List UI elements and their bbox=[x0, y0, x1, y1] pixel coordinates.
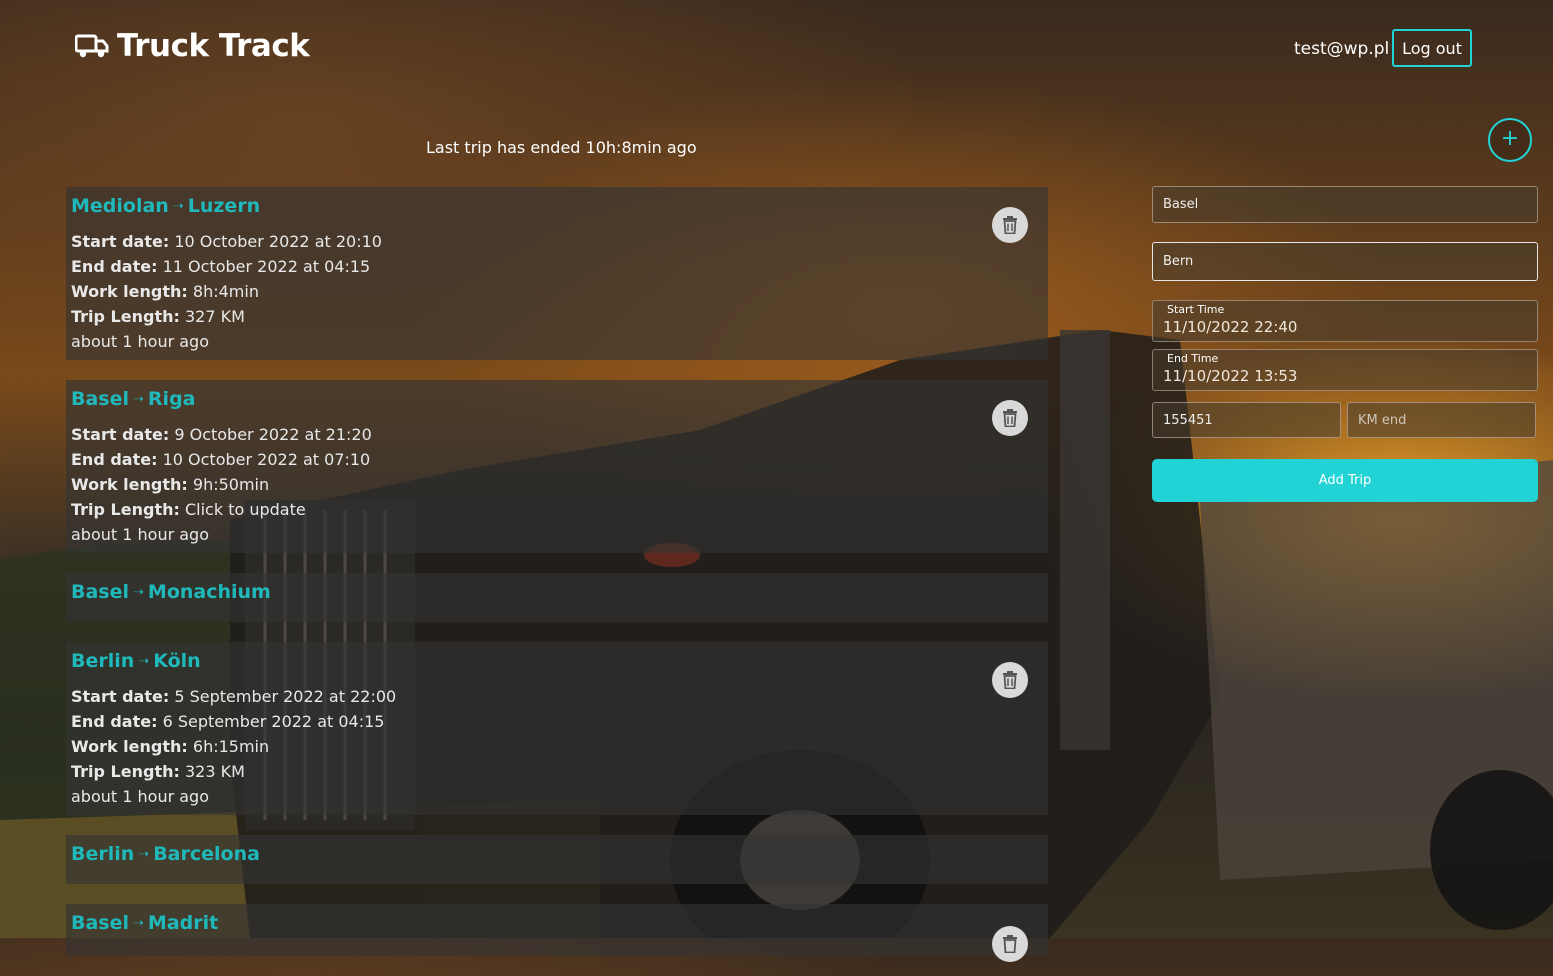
trip-origin: Basel bbox=[71, 912, 130, 934]
trip-route: Berlin ➝ Barcelona bbox=[71, 841, 1043, 867]
trip-relative-time: about 1 hour ago bbox=[71, 787, 209, 806]
work-label: Work length: bbox=[71, 282, 188, 301]
trip-end-date: End date: 11 October 2022 at 04:15 bbox=[71, 254, 1043, 279]
add-trip-form: Start Time 11/10/2022 22:40 End Time 11/… bbox=[1152, 186, 1538, 502]
trip-route: Basel ➝ Madrit bbox=[71, 910, 1043, 936]
km-end-input[interactable] bbox=[1347, 402, 1536, 438]
km-start-input[interactable] bbox=[1152, 402, 1341, 438]
trip-destination: Köln bbox=[153, 650, 201, 672]
trash-icon bbox=[1003, 409, 1017, 427]
to-city-input[interactable] bbox=[1152, 242, 1538, 281]
length-value: 323 KM bbox=[184, 762, 245, 781]
trip-start-date: Start date: 9 October 2022 at 21:20 bbox=[71, 422, 1043, 447]
length-label: Trip Length: bbox=[71, 307, 180, 326]
trip-card[interactable]: Basel ➝ Monachium bbox=[66, 573, 1048, 622]
end-label: End date: bbox=[71, 450, 158, 469]
trip-work-length: Work length: 8h:4min bbox=[71, 279, 1043, 304]
length-label: Trip Length: bbox=[71, 762, 180, 781]
end-time-label: End Time bbox=[1167, 352, 1219, 365]
route-arrow-icon: ➝ bbox=[172, 199, 184, 214]
trip-relative-time: about 1 hour ago bbox=[71, 332, 209, 351]
add-trip-toggle-button[interactable]: + bbox=[1488, 118, 1532, 162]
trip-card[interactable]: Mediolan ➝ Luzern Start date: 10 October 2… bbox=[66, 187, 1048, 360]
trip-relative-time: about 1 hour ago bbox=[71, 525, 209, 544]
logout-button[interactable]: Log out bbox=[1392, 29, 1472, 67]
add-trip-button[interactable]: Add Trip bbox=[1152, 459, 1538, 502]
start-label: Start date: bbox=[71, 425, 170, 444]
trip-length: Trip Length: 323 KM bbox=[71, 759, 1043, 784]
route-arrow-icon: ➝ bbox=[138, 847, 150, 862]
from-city-input[interactable] bbox=[1152, 186, 1538, 223]
work-label: Work length: bbox=[71, 737, 188, 756]
trip-end-date: End date: 6 September 2022 at 04:15 bbox=[71, 709, 1043, 734]
start-time-value: 11/10/2022 22:40 bbox=[1163, 318, 1298, 336]
start-value: 9 October 2022 at 21:20 bbox=[174, 425, 372, 444]
trip-route: Basel ➝ Monachium bbox=[71, 579, 1043, 605]
route-arrow-icon: ➝ bbox=[133, 585, 144, 600]
end-value: 6 September 2022 at 04:15 bbox=[162, 712, 385, 731]
trip-destination: Barcelona bbox=[153, 843, 260, 865]
trip-origin: Mediolan bbox=[71, 195, 169, 217]
work-value: 9h:50min bbox=[192, 475, 270, 494]
brand-title: Truck Track bbox=[117, 28, 310, 64]
length-label: Trip Length: bbox=[71, 500, 180, 519]
trip-origin: Basel bbox=[71, 581, 130, 603]
trip-destination: Luzern bbox=[187, 195, 261, 217]
end-label: End date: bbox=[71, 257, 158, 276]
trip-route: Berlin ➝ Köln bbox=[71, 648, 1043, 674]
trip-length: Trip Length: Click to update bbox=[71, 497, 1043, 522]
trip-card[interactable]: Berlin ➝ Barcelona bbox=[66, 835, 1048, 884]
trip-list: Mediolan ➝ Luzern Start date: 10 October 2… bbox=[66, 187, 1048, 976]
delete-trip-button[interactable] bbox=[992, 926, 1028, 962]
length-value: 327 KM bbox=[184, 307, 245, 326]
start-value: 5 September 2022 at 22:00 bbox=[174, 687, 397, 706]
update-length-link[interactable]: Click to update bbox=[185, 500, 306, 519]
end-time-field[interactable]: End Time 11/10/2022 13:53 bbox=[1152, 349, 1538, 391]
trip-work-length: Work length: 6h:15min bbox=[71, 734, 1043, 759]
trip-start-date: Start date: 10 October 2022 at 20:10 bbox=[71, 229, 1043, 254]
user-email: test@wp.pl bbox=[1294, 39, 1390, 59]
route-arrow-icon: ➝ bbox=[133, 392, 144, 407]
delete-trip-button[interactable] bbox=[992, 662, 1028, 698]
route-arrow-icon: ➝ bbox=[138, 654, 150, 669]
end-value: 11 October 2022 at 04:15 bbox=[162, 257, 371, 276]
start-time-label: Start Time bbox=[1167, 303, 1225, 316]
km-row bbox=[1152, 402, 1538, 438]
delete-trip-button[interactable] bbox=[992, 207, 1028, 243]
trip-origin: Berlin bbox=[71, 650, 135, 672]
trip-destination: Monachium bbox=[147, 581, 271, 603]
end-value: 10 October 2022 at 07:10 bbox=[162, 450, 371, 469]
trip-work-length: Work length: 9h:50min bbox=[71, 472, 1043, 497]
trash-icon bbox=[1003, 671, 1017, 689]
trip-route: Mediolan ➝ Luzern bbox=[71, 193, 1043, 219]
work-value: 8h:4min bbox=[192, 282, 259, 301]
trip-end-date: End date: 10 October 2022 at 07:10 bbox=[71, 447, 1043, 472]
trip-origin: Berlin bbox=[71, 843, 135, 865]
brand-logo[interactable]: Truck Track bbox=[75, 28, 310, 64]
trip-route: Basel ➝ Riga bbox=[71, 386, 1043, 412]
start-value: 10 October 2022 at 20:10 bbox=[174, 232, 382, 251]
trip-destination: Riga bbox=[147, 388, 196, 410]
trip-card[interactable]: Basel ➝ Madrit bbox=[66, 904, 1048, 962]
work-label: Work length: bbox=[71, 475, 188, 494]
delete-trip-button[interactable] bbox=[992, 400, 1028, 436]
trip-origin: Basel bbox=[71, 388, 130, 410]
trip-card[interactable]: Basel ➝ Riga Start date: 9 October 2022 at… bbox=[66, 380, 1048, 553]
truck-icon bbox=[75, 34, 109, 58]
end-time-value: 11/10/2022 13:53 bbox=[1163, 367, 1298, 385]
end-label: End date: bbox=[71, 712, 158, 731]
trip-card[interactable]: Berlin ➝ Köln Start date: 5 September 2022… bbox=[66, 642, 1048, 815]
start-label: Start date: bbox=[71, 687, 170, 706]
last-trip-status: Last trip has ended 10h:8min ago bbox=[426, 138, 697, 157]
trip-length: Trip Length: 327 KM bbox=[71, 304, 1043, 329]
trash-icon bbox=[1003, 216, 1017, 234]
start-time-field[interactable]: Start Time 11/10/2022 22:40 bbox=[1152, 300, 1538, 342]
trip-start-date: Start date: 5 September 2022 at 22:00 bbox=[71, 684, 1043, 709]
start-label: Start date: bbox=[71, 232, 170, 251]
trip-destination: Madrit bbox=[147, 912, 219, 934]
top-navbar: Truck Track test@wp.pl Log out bbox=[0, 0, 1553, 100]
work-value: 6h:15min bbox=[192, 737, 270, 756]
route-arrow-icon: ➝ bbox=[133, 916, 144, 931]
